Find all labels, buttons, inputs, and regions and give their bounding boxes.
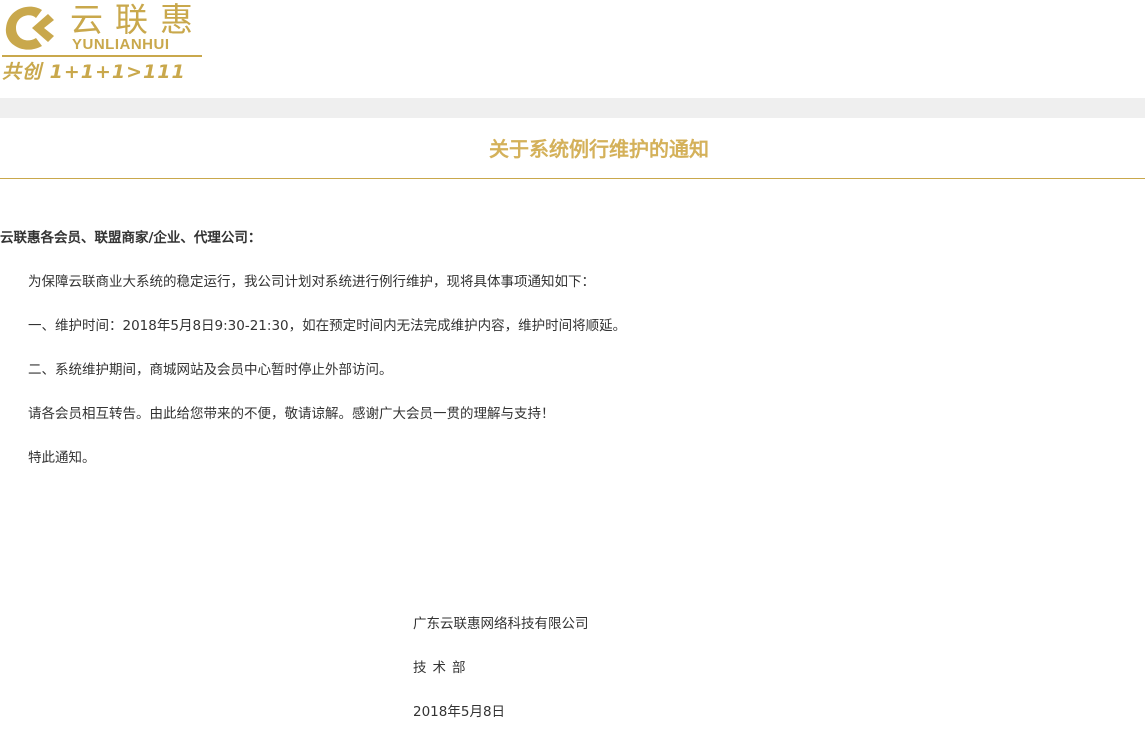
notice-paragraph: 为保障云联商业大系统的稳定运行，我公司计划对系统进行例行维护，现将具体事项通知如… bbox=[28, 274, 595, 290]
signature-date: 2018年5月8日 bbox=[413, 704, 506, 720]
signature-company: 广东云联惠网络科技有限公司 bbox=[413, 616, 589, 632]
title-area: 关于系统例行维护的通知 bbox=[0, 118, 1145, 179]
brand-name-en: YUNLIANHUI bbox=[72, 36, 170, 53]
page-header: 云联惠 YUNLIANHUI 共创 1+1+1>111 bbox=[0, 0, 1145, 98]
page-title: 关于系统例行维护的通知 bbox=[489, 137, 709, 161]
brand-c-mark-icon bbox=[5, 6, 54, 50]
notice-signature: 广东云联惠网络科技有限公司 技术部 2018年5月8日 bbox=[413, 612, 589, 744]
notice-paragraph: 一、维护时间：2018年5月8日9:30-21:30，如在预定时间内无法完成维护… bbox=[28, 318, 627, 334]
header-band bbox=[0, 98, 1145, 118]
notice-paragraph: 请各会员相互转告。由此给您带来的不便，敬请谅解。感谢广大会员一贯的理解与支持！ bbox=[28, 406, 555, 422]
notice-body: 云联惠各会员、联盟商家/企业、代理公司： 为保障云联商业大系统的稳定运行，我公司… bbox=[0, 226, 1145, 470]
signature-department: 技术部 bbox=[413, 660, 472, 676]
notice-paragraph: 二、系统维护期间，商城网站及会员中心暂时停止外部访问。 bbox=[28, 362, 393, 378]
logo-divider bbox=[2, 55, 202, 57]
notice-salutation: 云联惠各会员、联盟商家/企业、代理公司： bbox=[0, 230, 262, 246]
brand-name-cn: 云联惠 bbox=[70, 0, 205, 39]
brand-logo[interactable]: 云联惠 YUNLIANHUI 共创 1+1+1>111 bbox=[0, 0, 210, 92]
notice-paragraph: 特此通知。 bbox=[28, 450, 96, 466]
brand-slogan: 共创 1+1+1>111 bbox=[2, 61, 186, 83]
